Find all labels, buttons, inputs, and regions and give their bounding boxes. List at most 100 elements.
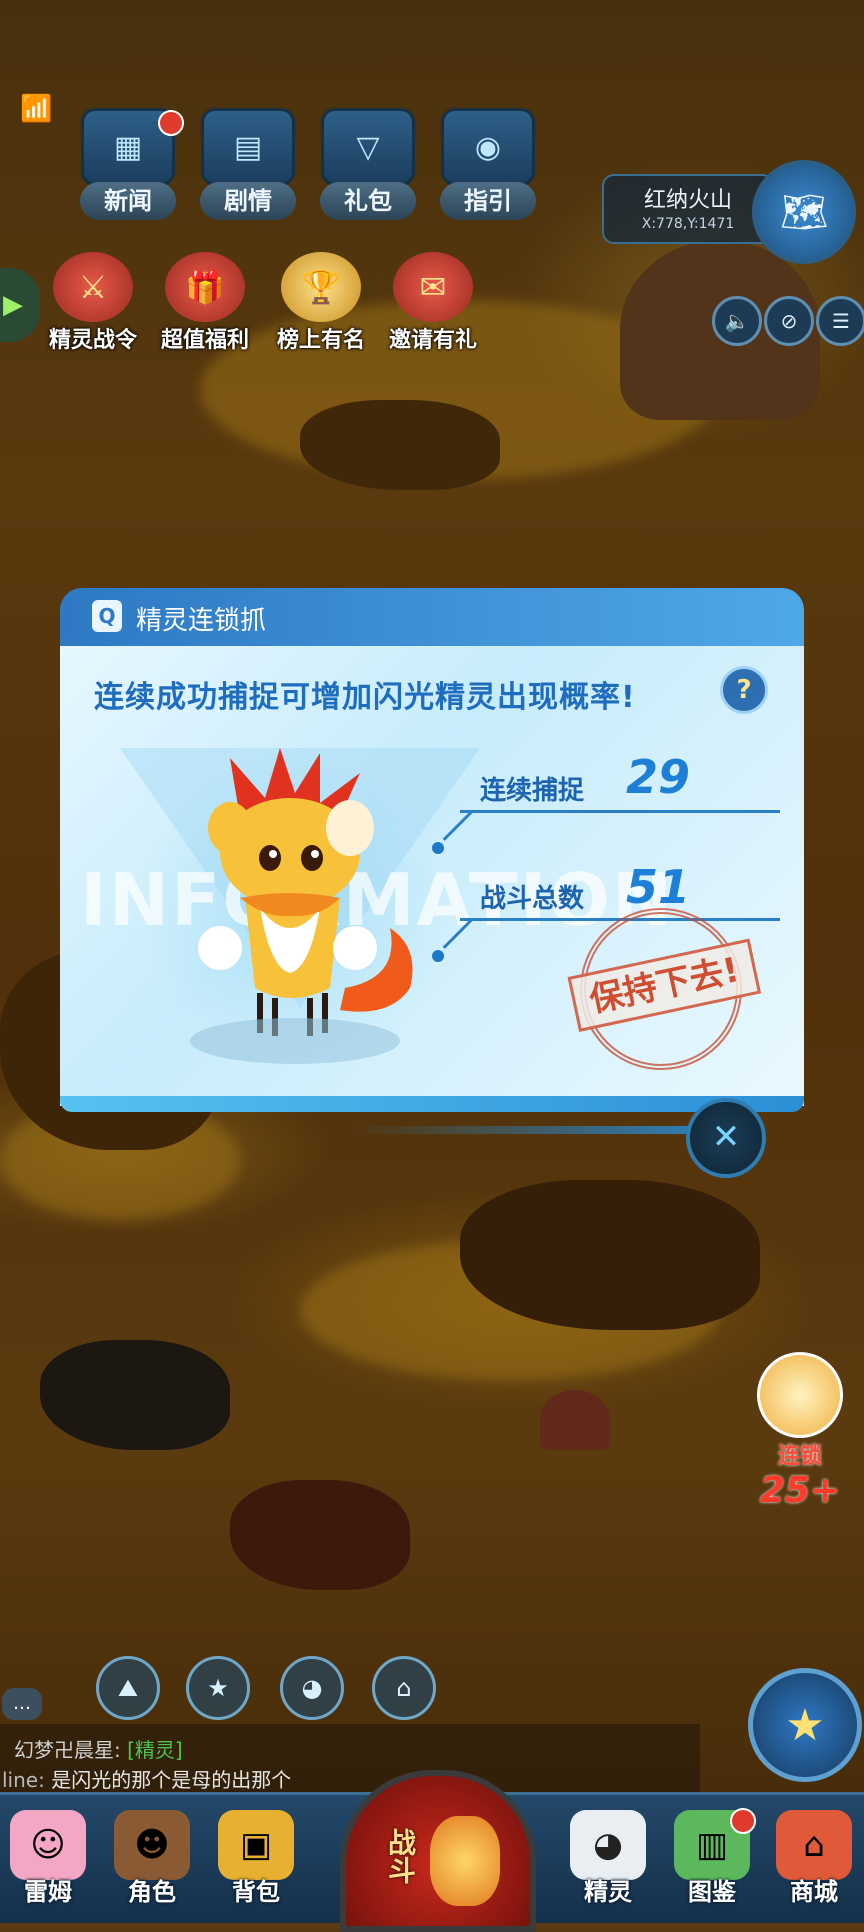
gift-pack-icon: ▽ xyxy=(321,108,415,186)
chat-line-2: line: 是闪光的那个是母的出那个 xyxy=(2,1764,291,1793)
guide-icon: ◉ xyxy=(441,108,535,186)
help-button[interactable]: ? xyxy=(720,666,768,714)
spirit-icon: ◕ xyxy=(570,1810,646,1880)
quick-button-2[interactable]: ★ xyxy=(186,1656,250,1720)
star-wand-icon: ★ xyxy=(785,1699,825,1751)
ranking-label: 榜上有名 xyxy=(276,328,365,353)
home-icon: ⌂ xyxy=(396,1674,412,1702)
battle-pass-button[interactable]: ⚔ 精灵战令 xyxy=(38,252,148,354)
guide-button[interactable]: ◉ 指引 xyxy=(440,108,536,228)
dialog-bottom-bar xyxy=(60,1096,804,1112)
quick-button-4[interactable]: ⌂ xyxy=(372,1656,436,1720)
skill-button[interactable]: ★ xyxy=(748,1668,862,1782)
speaker-icon: 🔈 xyxy=(724,309,750,333)
creature-illustration xyxy=(170,748,430,1068)
map-button[interactable]: 🗺 xyxy=(752,160,856,264)
menu-icon: ☰ xyxy=(832,309,850,333)
dialog-header: Q 精灵连锁抓 xyxy=(60,588,804,646)
story-button[interactable]: ▤ 剧情 xyxy=(200,108,296,228)
consecutive-catch-label: 连续捕捉 xyxy=(480,776,585,806)
creature-avatar xyxy=(757,1352,843,1438)
invite-label: 邀请有礼 xyxy=(388,328,477,353)
battle-label: 战斗 xyxy=(384,1828,417,1884)
dialog-title: 精灵连锁抓 xyxy=(136,606,267,636)
star-icon: ★ xyxy=(207,1674,229,1702)
gift-pack-label: 礼包 xyxy=(320,182,416,220)
nav-backpack-label: 背包 xyxy=(232,1878,280,1906)
chat-bubble-icon: … xyxy=(13,1693,31,1714)
location-name: 红纳火山 xyxy=(643,188,732,213)
news-label: 新闻 xyxy=(80,182,176,220)
consecutive-catch-value: 29 xyxy=(626,750,691,804)
fire-tiger-creature-icon xyxy=(198,748,413,1036)
close-rail xyxy=(350,1126,690,1134)
quick-button-3[interactable]: ◕ xyxy=(280,1656,344,1720)
nav-character[interactable]: ☻ 角色 xyxy=(104,1810,200,1907)
ranking-icon: 🏆 xyxy=(281,252,361,322)
menu-button[interactable]: ☰ xyxy=(816,296,864,346)
chat-user-1: 幻梦卍晨星: xyxy=(14,1738,121,1762)
search-doc-icon: Q xyxy=(92,600,122,632)
nav-spirit-label: 精灵 xyxy=(584,1878,632,1906)
welfare-label: 超值福利 xyxy=(160,328,249,353)
nav-rem[interactable]: ☺ 雷姆 xyxy=(0,1810,96,1907)
rem-icon: ☺ xyxy=(10,1810,86,1880)
combo-label: 连锁 xyxy=(777,1444,822,1469)
nav-spirit[interactable]: ◕ 精灵 xyxy=(560,1810,656,1907)
chat-button[interactable]: … xyxy=(2,1688,42,1720)
panda-icon: ◕ xyxy=(301,1674,323,1702)
mute-button[interactable]: ⊘ xyxy=(764,296,814,346)
character-icon: ☻ xyxy=(114,1810,190,1880)
chat-tag: [精灵] xyxy=(127,1738,183,1762)
battle-creature-icon xyxy=(430,1816,500,1906)
welfare-icon: 🎁 xyxy=(165,252,245,322)
story-icon: ▤ xyxy=(201,108,295,186)
nav-shop-label: 商城 xyxy=(790,1878,838,1906)
chat-line-1: 幻梦卍晨星: [精灵] xyxy=(14,1734,183,1763)
nav-character-label: 角色 xyxy=(128,1878,176,1906)
no-sign-icon: ⊘ xyxy=(780,309,798,333)
close-button[interactable]: ✕ xyxy=(686,1098,766,1178)
combo-value: 25+ xyxy=(759,1470,841,1511)
welfare-button[interactable]: 🎁 超值福利 xyxy=(150,252,260,354)
ranking-button[interactable]: 🏆 榜上有名 xyxy=(266,252,376,354)
stat-marker xyxy=(432,950,444,962)
nav-shop[interactable]: ⌂ 商城 xyxy=(766,1810,862,1907)
battle-pass-label: 精灵战令 xyxy=(48,328,137,353)
nav-backpack[interactable]: ▣ 背包 xyxy=(208,1810,304,1907)
stamp-text: 保持下去! xyxy=(567,938,762,1032)
quick-button-1[interactable]: ⛰ xyxy=(96,1656,160,1720)
news-badge xyxy=(158,110,184,136)
nav-rem-label: 雷姆 xyxy=(24,1878,72,1906)
news-button[interactable]: ▦ 新闻 xyxy=(80,108,184,228)
close-icon: ✕ xyxy=(711,1117,741,1157)
total-battles-value: 51 xyxy=(626,860,691,914)
chain-catch-dialog: Q 精灵连锁抓 INFORMATION 连续成功捕捉可增加闪光精灵出现概率! ?… xyxy=(60,588,804,1118)
shop-icon: ⌂ xyxy=(776,1810,852,1880)
sound-button[interactable]: 🔈 xyxy=(712,296,762,346)
chat-user-2: line: xyxy=(2,1768,45,1792)
invite-icon: ✉ xyxy=(393,252,473,322)
map-icon: 🗺 xyxy=(779,189,829,234)
chat-message: 是闪光的那个是母的出那个 xyxy=(51,1768,292,1792)
story-label: 剧情 xyxy=(200,182,296,220)
backpack-icon: ▣ xyxy=(218,1810,294,1880)
stat-marker xyxy=(432,842,444,854)
battle-button[interactable]: 战斗 xyxy=(340,1770,536,1932)
codex-badge xyxy=(730,1808,756,1834)
nav-codex-label: 图鉴 xyxy=(688,1878,736,1906)
guide-label: 指引 xyxy=(440,182,536,220)
chain-combo-badge[interactable]: 连锁 25+ xyxy=(752,1352,848,1511)
play-arrow-icon: ▶ xyxy=(3,290,23,320)
total-battles-label: 战斗总数 xyxy=(480,884,585,914)
wifi-icon: 📶 xyxy=(20,94,53,124)
location-coords: X:778,Y:1471 xyxy=(641,216,735,232)
battle-pass-icon: ⚔ xyxy=(53,252,133,322)
gift-pack-button[interactable]: ▽ 礼包 xyxy=(320,108,416,228)
invite-button[interactable]: ✉ 邀请有礼 xyxy=(378,252,488,354)
nav-codex[interactable]: ▥ 图鉴 xyxy=(664,1808,760,1907)
help-icon: ? xyxy=(736,675,752,705)
location-panel[interactable]: 红纳火山 X:778,Y:1471 xyxy=(602,174,774,244)
mountain-icon: ⛰ xyxy=(117,1674,139,1702)
dialog-subtitle: 连续成功捕捉可增加闪光精灵出现概率! xyxy=(94,680,636,715)
